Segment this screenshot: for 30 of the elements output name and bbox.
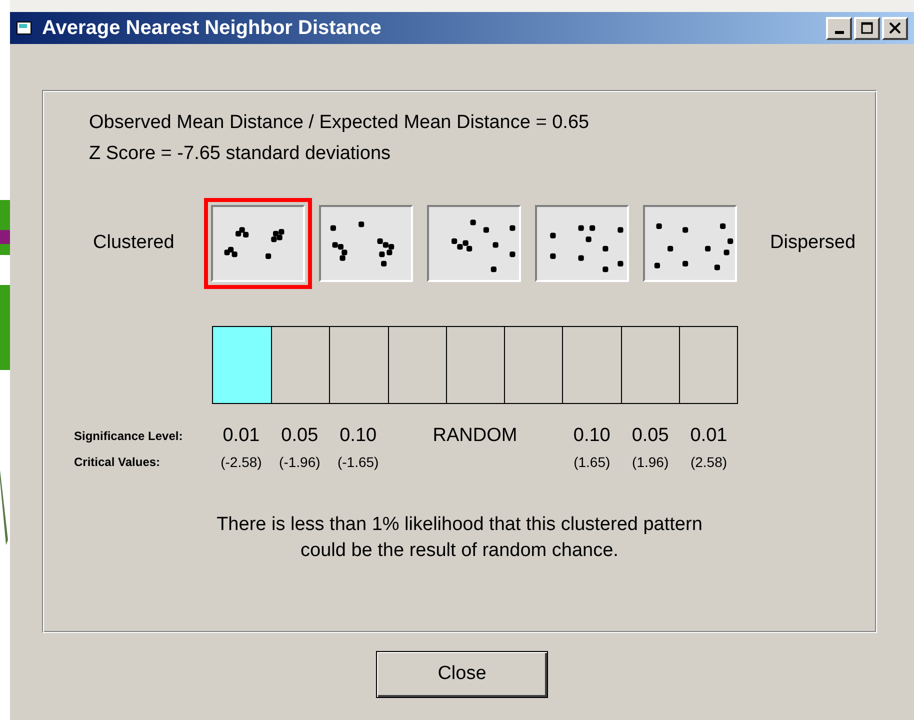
result-text: Z Score = -7.65 standard deviations [89, 142, 391, 166]
end-label: Dispersed [770, 231, 856, 256]
critical-value: (2.58) [690, 453, 728, 472]
close-icon [889, 22, 901, 34]
significance-value: 0.01 [690, 424, 728, 448]
maximize-icon [861, 22, 873, 34]
minimize-button[interactable] [826, 16, 852, 40]
window-title: Average Nearest Neighbor Distance [42, 16, 382, 41]
close-dialog-button[interactable]: Close [376, 651, 548, 698]
significance-value: 0.05 [281, 424, 318, 448]
significance-value: RANDOM [432, 424, 518, 448]
row-heading: Critical Values: [74, 454, 160, 471]
significance-value: 0.10 [340, 424, 377, 448]
significance-value: 0.01 [222, 424, 260, 448]
critical-value: (-1.65) [337, 453, 379, 472]
close-button[interactable] [882, 16, 908, 40]
critical-value: (1.65) [574, 453, 610, 472]
maximize-button[interactable] [854, 16, 880, 40]
minimize-icon [834, 30, 844, 34]
critical-value: (-2.58) [220, 453, 262, 472]
result-message: could be the result of random chance. [300, 539, 618, 563]
critical-value: (1.96) [632, 453, 669, 472]
significance-value: 0.05 [632, 424, 669, 448]
row-heading: Significance Level: [74, 428, 183, 445]
significance-value: 0.10 [573, 424, 610, 448]
result-text: Observed Mean Distance / Expected Mean Distance = 0.65 [89, 111, 590, 135]
end-label: Clustered [93, 231, 176, 256]
result-message: There is less than 1% likelihood that this clustered pattern [216, 513, 702, 537]
critical-value: (-1.96) [279, 453, 320, 472]
window-icon [16, 20, 34, 36]
